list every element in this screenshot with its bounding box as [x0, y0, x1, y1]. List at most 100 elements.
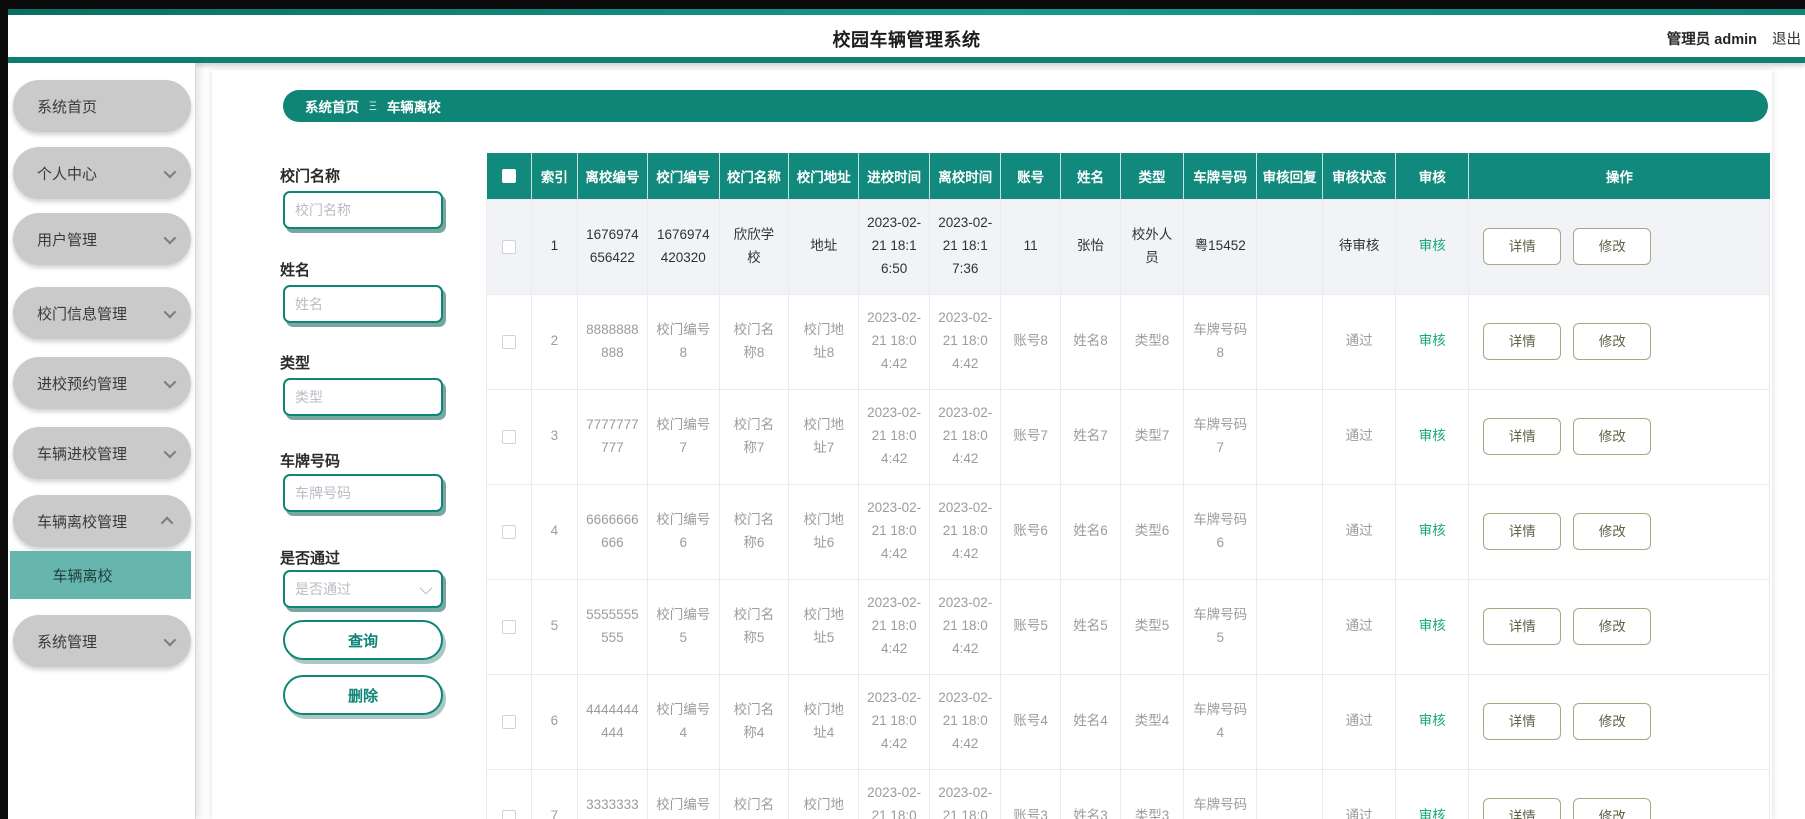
audit-link[interactable]: 审核 — [1419, 713, 1446, 728]
filter-input-1[interactable] — [283, 191, 443, 229]
cell-status: 通过 — [1322, 768, 1397, 819]
row-checkbox[interactable] — [502, 239, 517, 254]
detail-button[interactable]: 详情 — [1483, 323, 1562, 360]
row-checkbox[interactable] — [502, 619, 517, 634]
column-header-account: 账号 — [1000, 153, 1062, 199]
filter-label-4: 车牌号码 — [280, 453, 341, 470]
edit-button[interactable]: 修改 — [1573, 608, 1652, 645]
filter-text-input[interactable] — [285, 287, 441, 321]
cell-index: 1 — [531, 198, 578, 295]
cell-gate_no: 校门编号3 — [647, 768, 720, 819]
cell-reply — [1256, 388, 1324, 485]
cell-leave_no: 7777777777 — [576, 388, 649, 485]
cell-account: 账号3 — [1000, 768, 1062, 819]
filter-text-input[interactable] — [285, 380, 441, 414]
cell-name: 姓名5 — [1060, 578, 1121, 675]
cell-gate_no: 1676974420320 — [647, 198, 720, 295]
cell-gate_name: 欣欣学校 — [718, 198, 790, 295]
sidebar-item-3[interactable]: 用户管理 — [13, 213, 191, 265]
cell-status: 通过 — [1322, 578, 1397, 675]
row-checkbox[interactable] — [502, 524, 517, 539]
cell-gate_name: 校门名称6 — [718, 483, 790, 580]
cell-ops: 详情 修改 — [1468, 768, 1770, 819]
edit-button[interactable]: 修改 — [1573, 798, 1652, 819]
detail-button[interactable]: 详情 — [1483, 798, 1562, 819]
audit-link[interactable]: 审核 — [1419, 238, 1446, 253]
filter-label-5: 是否通过 — [280, 550, 341, 567]
cell-index: 3 — [531, 388, 578, 485]
cell-type: 类型6 — [1119, 483, 1185, 580]
breadcrumb-root[interactable]: 系统首页 — [305, 96, 359, 116]
cell-gate_no: 校门编号8 — [647, 293, 720, 390]
filter-input-3[interactable] — [283, 378, 443, 416]
edit-button[interactable]: 修改 — [1573, 323, 1652, 360]
cell-audit: 审核 — [1395, 673, 1470, 770]
cell-enter_time: 2023-02-21 18:04:42 — [858, 578, 931, 675]
cell-status: 通过 — [1322, 673, 1397, 770]
cell-audit: 审核 — [1395, 578, 1470, 675]
sidebar-subitem-8[interactable]: 车辆离校 — [10, 551, 191, 599]
detail-button[interactable]: 详情 — [1483, 608, 1562, 645]
sidebar-item-label: 车辆离校 — [52, 567, 113, 585]
edit-button[interactable]: 修改 — [1573, 228, 1652, 265]
column-header-type: 类型 — [1120, 153, 1185, 199]
edit-button[interactable]: 修改 — [1573, 513, 1652, 550]
edit-button[interactable]: 修改 — [1573, 418, 1652, 455]
column-header-name: 姓名 — [1060, 153, 1121, 199]
cell-reply — [1256, 293, 1324, 390]
filter-select-5[interactable]: 是否通过 — [283, 570, 443, 608]
row-checkbox[interactable] — [502, 714, 517, 729]
detail-button[interactable]: 详情 — [1483, 513, 1562, 550]
delete-button[interactable]: 删除 — [283, 675, 443, 715]
breadcrumb-separator-icon: Ξ — [369, 99, 377, 113]
audit-link[interactable]: 审核 — [1419, 428, 1446, 443]
sidebar-item-1[interactable]: 系统首页 — [13, 80, 191, 132]
table-container: 索引 离校编号 校门编号 校门名称 校门地址 进校时间 离校时间 账号 姓名 类型 车牌号码 审核回复… — [486, 153, 1770, 819]
cell-gate_no: 校门编号4 — [647, 673, 720, 770]
cell-leave_no: 3333333333 — [576, 768, 649, 819]
edit-button[interactable]: 修改 — [1573, 703, 1652, 740]
filter-text-input[interactable] — [285, 476, 441, 510]
filter-label-1: 校门名称 — [280, 168, 341, 185]
logout-button[interactable]: 退出 — [1772, 28, 1801, 49]
column-header-audit: 审核 — [1395, 153, 1470, 199]
search-button[interactable]: 查询 — [283, 620, 443, 660]
sidebar-item-9[interactable]: 系统管理 — [13, 615, 191, 667]
row-checkbox[interactable] — [502, 809, 517, 819]
cell-ops: 详情 修改 — [1468, 673, 1770, 770]
cell-name: 姓名4 — [1060, 673, 1121, 770]
filter-text-input[interactable] — [285, 193, 441, 227]
audit-link[interactable]: 审核 — [1419, 333, 1446, 348]
cell-leave_time: 2023-02-21 18:04:42 — [929, 673, 1002, 770]
detail-button[interactable]: 详情 — [1483, 703, 1562, 740]
admin-username: admin — [1714, 32, 1757, 48]
sidebar-item-6[interactable]: 车辆进校管理 — [13, 427, 191, 479]
filter-input-4[interactable] — [283, 474, 443, 512]
select-all-checkbox[interactable] — [501, 168, 516, 183]
row-checkbox[interactable] — [502, 429, 517, 444]
filter-input-2[interactable] — [283, 285, 443, 323]
audit-link[interactable]: 审核 — [1419, 523, 1446, 538]
cell-name: 张怡 — [1060, 198, 1121, 295]
sidebar-item-2[interactable]: 个人中心 — [13, 147, 191, 199]
detail-button[interactable]: 详情 — [1483, 228, 1562, 265]
detail-button[interactable]: 详情 — [1483, 418, 1562, 455]
column-header-leave_no: 离校编号 — [577, 153, 649, 199]
cell-account: 账号4 — [1000, 673, 1062, 770]
cell-reply — [1256, 578, 1324, 675]
cell-index: 5 — [531, 578, 578, 675]
sidebar-item-7[interactable]: 车辆离校管理 — [13, 495, 191, 547]
sidebar-item-5[interactable]: 进校预约管理 — [13, 357, 191, 409]
row-checkbox[interactable] — [502, 334, 517, 349]
sidebar-item-4[interactable]: 校门信息管理 — [13, 287, 191, 339]
column-header-plate: 车牌号码 — [1183, 153, 1258, 199]
audit-link[interactable]: 审核 — [1419, 618, 1446, 633]
table-row-1: 1 1676974656422 1676974420320 欣欣学校 地址 2023-02… — [486, 198, 1770, 295]
sidebar-item-label: 进校预约管理 — [37, 375, 128, 393]
cell-account: 账号5 — [1000, 578, 1062, 675]
cell-enter_time: 2023-02-21 18:04:42 — [858, 673, 931, 770]
cell-gate_addr: 地址 — [788, 198, 860, 295]
cell-reply — [1256, 673, 1324, 770]
audit-link[interactable]: 审核 — [1419, 808, 1446, 819]
cell-leave_no: 4444444444 — [576, 673, 649, 770]
